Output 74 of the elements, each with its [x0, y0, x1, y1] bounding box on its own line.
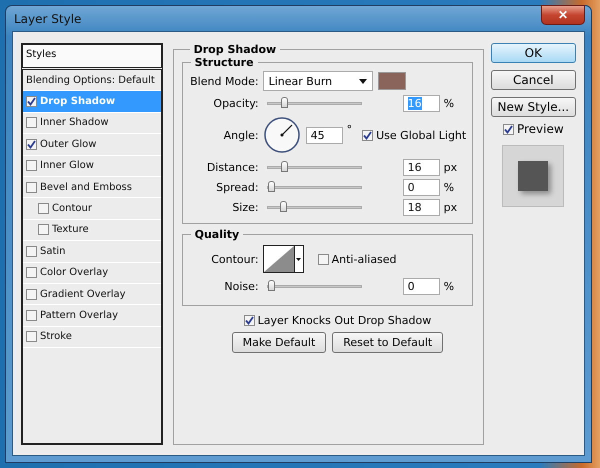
slider-thumb[interactable] — [280, 200, 287, 212]
field-label: Size: — [231, 200, 260, 214]
style-list-item[interactable]: Texture — [23, 220, 161, 242]
value-field[interactable]: 16 — [402, 158, 440, 176]
styles-header: Styles — [21, 43, 163, 67]
use-global-light-checkbox[interactable]: Use Global Light — [362, 128, 466, 142]
field-label: Contour: — [210, 252, 260, 266]
field-label: Noise: — [223, 280, 260, 292]
dialog-button[interactable]: Cancel — [490, 70, 576, 90]
checkbox[interactable] — [362, 130, 374, 140]
checkbox[interactable] — [38, 203, 49, 214]
checkbox[interactable] — [502, 124, 514, 134]
field-label: Spread: — [215, 180, 260, 194]
contour-picker[interactable] — [262, 245, 304, 273]
unit-label: px — [444, 200, 458, 214]
value-field[interactable]: 0 — [402, 178, 440, 196]
style-list-item[interactable]: Outer Glow — [23, 134, 161, 156]
degree-label: ° — [346, 123, 352, 136]
checkbox[interactable] — [26, 267, 37, 278]
style-list-item[interactable]: Gradient Overlay — [23, 284, 161, 306]
unit-label: % — [444, 280, 454, 292]
style-list-item[interactable]: Bevel and Emboss — [23, 176, 161, 198]
slider-thumb[interactable] — [281, 96, 288, 108]
dialog-button[interactable]: OK — [490, 43, 576, 63]
value-field[interactable]: 0 — [402, 278, 440, 294]
style-list-item[interactable]: Satin — [23, 241, 161, 263]
window-title: Layer Style — [13, 12, 82, 26]
checkbox[interactable] — [26, 117, 37, 128]
checkbox[interactable] — [26, 182, 37, 193]
style-list-item[interactable]: Inner Glow — [23, 156, 161, 177]
checkbox[interactable] — [26, 246, 37, 257]
dialog-button[interactable]: New Style... — [490, 97, 576, 117]
checkbox[interactable] — [26, 138, 37, 150]
field-label: Opacity: — [212, 96, 260, 110]
style-list-item[interactable]: Inner Shadow — [23, 112, 161, 134]
angle-field[interactable]: 45 — [306, 126, 343, 144]
checkbox[interactable] — [26, 160, 37, 172]
preview-thumbnail — [502, 145, 564, 207]
checkbox[interactable] — [26, 96, 37, 108]
checkbox[interactable] — [318, 254, 329, 264]
knockout-checkbox[interactable]: Layer Knocks Out Drop Shadow — [244, 314, 432, 326]
checkbox[interactable] — [244, 314, 255, 326]
checkbox[interactable] — [38, 224, 49, 236]
field-label: Distance: — [206, 160, 260, 174]
contour-curve-icon — [264, 246, 294, 272]
unit-label: % — [444, 96, 454, 110]
field-label: Blend Mode: — [189, 74, 260, 88]
angle-dial-icon[interactable] — [262, 116, 301, 154]
checkbox[interactable] — [26, 310, 37, 321]
style-list-item[interactable]: Color Overlay — [23, 262, 161, 284]
value-field[interactable]: 18 — [402, 198, 440, 216]
color-swatch[interactable] — [378, 72, 406, 90]
checkbox[interactable] — [26, 331, 37, 342]
field-label: Angle: — [222, 128, 260, 142]
group-title: Drop Shadow — [192, 43, 278, 56]
default-button[interactable]: Make Default — [232, 332, 326, 352]
anti-aliased-checkbox[interactable]: Anti-aliased — [318, 252, 397, 266]
close-button[interactable]: ✕ — [541, 4, 585, 24]
group-title: Quality — [194, 228, 240, 241]
style-list-item[interactable]: Stroke — [23, 326, 161, 348]
group-title: Structure — [194, 56, 255, 69]
caret-icon — [296, 258, 302, 260]
slider-thumb[interactable] — [281, 160, 288, 172]
blend-mode-dropdown[interactable]: Linear Burn — [262, 71, 373, 91]
preview-checkbox[interactable]: Preview — [490, 122, 576, 136]
slider-thumb[interactable] — [268, 280, 275, 290]
slider-thumb[interactable] — [268, 180, 275, 192]
style-list-item[interactable]: Pattern Overlay — [23, 305, 161, 327]
default-button[interactable]: Reset to Default — [332, 332, 444, 352]
style-list-item[interactable]: Contour — [23, 198, 161, 220]
checkbox[interactable] — [26, 288, 37, 300]
unit-label: % — [444, 180, 454, 194]
unit-label: px — [444, 160, 458, 174]
caret-icon — [358, 78, 367, 84]
